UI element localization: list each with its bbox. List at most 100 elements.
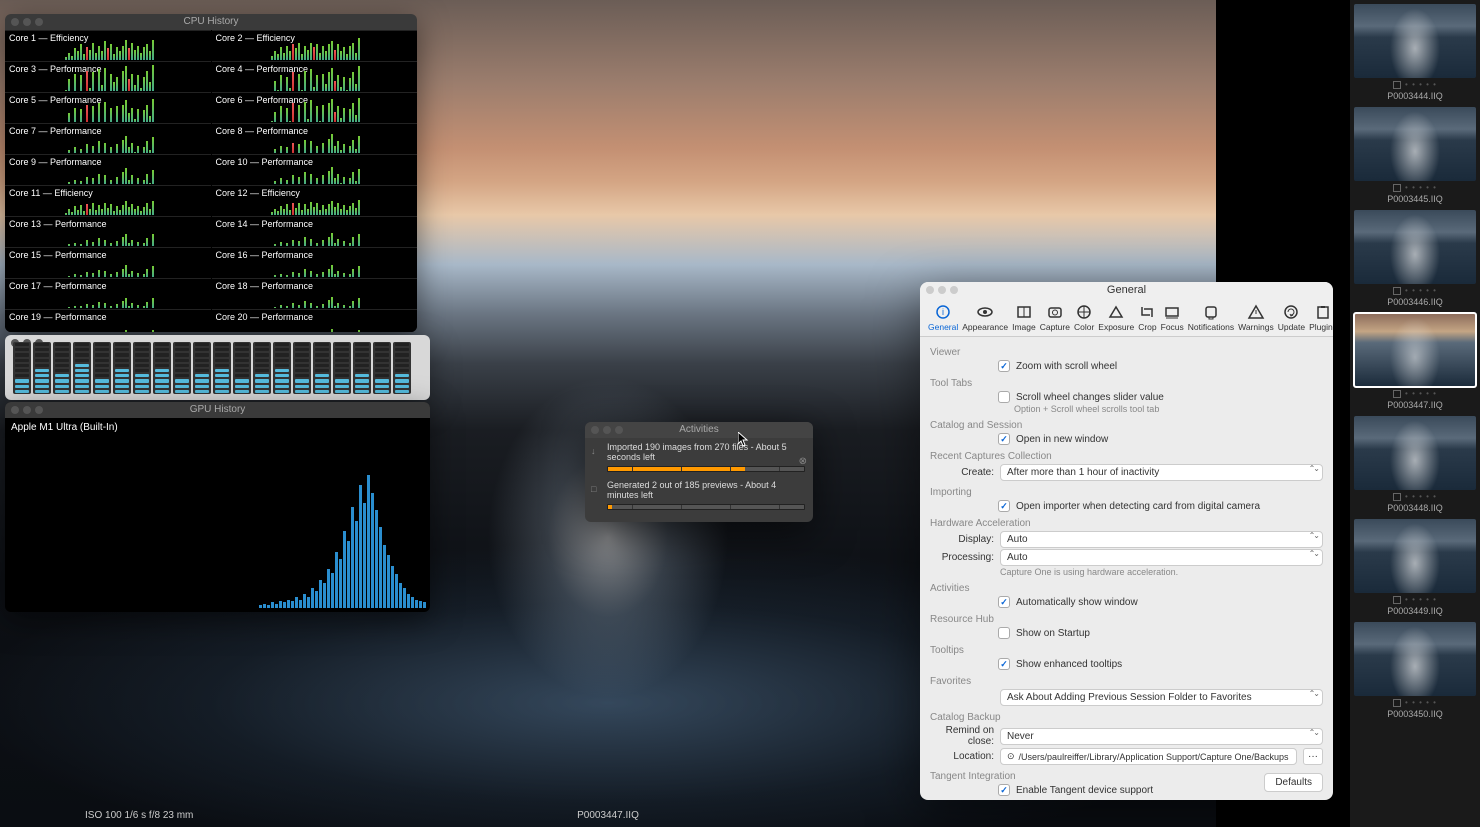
open-new-window-checkbox[interactable] xyxy=(998,433,1010,445)
tab-general[interactable]: iGeneral xyxy=(926,302,960,334)
processing-select[interactable]: Auto xyxy=(1000,549,1323,566)
rating-box[interactable] xyxy=(1393,390,1401,398)
core-cell: Core 15 — Performance xyxy=(5,247,211,277)
core-cell: Core 11 — Efficiency xyxy=(5,185,211,215)
cpu-history-window[interactable]: CPU History Core 1 — EfficiencyCore 2 — … xyxy=(5,14,417,332)
show-startup-checkbox[interactable] xyxy=(998,627,1010,639)
svg-text:i: i xyxy=(942,307,944,317)
exposure-icon xyxy=(1107,304,1125,320)
rating-box[interactable] xyxy=(1393,81,1401,89)
thumbnail[interactable]: • • • • • P0003445.IIQ xyxy=(1354,107,1476,208)
activity-text: Generated 2 out of 185 previews - About … xyxy=(607,480,805,500)
cpu-meter xyxy=(293,342,311,394)
defaults-button[interactable]: Defaults xyxy=(1264,773,1323,792)
location-field[interactable]: ⊙/Users/paulreiffer/Library/Application … xyxy=(1000,748,1297,765)
thumbnail-filename: P0003446.IIQ xyxy=(1354,297,1476,311)
rating-box[interactable] xyxy=(1393,699,1401,707)
window-controls[interactable] xyxy=(11,406,43,414)
cpu-meter xyxy=(173,342,191,394)
remind-select[interactable]: Never xyxy=(1000,728,1323,745)
tab-label: Warnings xyxy=(1238,322,1274,332)
window-controls[interactable] xyxy=(926,286,958,294)
thumbnail-meta: • • • • • xyxy=(1354,490,1476,503)
thumbnail-image xyxy=(1354,416,1476,490)
window-controls[interactable] xyxy=(11,18,43,26)
window-controls[interactable] xyxy=(591,426,623,434)
tab-warnings[interactable]: Warnings xyxy=(1236,302,1276,334)
progress-bar xyxy=(607,466,805,472)
display-select[interactable]: Auto xyxy=(1000,531,1323,548)
cancel-icon[interactable]: ⊗ xyxy=(799,456,807,467)
core-cell: Core 14 — Performance xyxy=(212,216,418,246)
tab-capture[interactable]: Capture xyxy=(1038,302,1072,334)
tab-image[interactable]: Image xyxy=(1010,302,1038,334)
tab-label: Appearance xyxy=(962,322,1008,332)
tab-notifications[interactable]: Notifications xyxy=(1186,302,1236,334)
capture-icon xyxy=(1046,304,1064,320)
tangent-label: Enable Tangent device support xyxy=(1016,785,1153,796)
tab-focus[interactable]: Focus xyxy=(1159,302,1186,334)
thumbnail-browser[interactable]: • • • • • P0003444.IIQ • • • • • P000344… xyxy=(1350,0,1480,827)
cpu-meters-window[interactable] xyxy=(5,335,430,400)
tab-update[interactable]: Update xyxy=(1276,302,1307,334)
rating-box[interactable] xyxy=(1393,287,1401,295)
thumbnail[interactable]: • • • • • P0003444.IIQ xyxy=(1354,4,1476,105)
preferences-window[interactable]: General iGeneralAppearanceImageCaptureCo… xyxy=(920,282,1333,800)
location-browse-button[interactable]: ··· xyxy=(1303,748,1323,765)
enhanced-tooltips-checkbox[interactable] xyxy=(998,658,1010,670)
open-importer-label: Open importer when detecting card from d… xyxy=(1016,501,1260,512)
favorites-select[interactable]: Ask About Adding Previous Session Folder… xyxy=(1000,689,1323,706)
activity-row: □ Generated 2 out of 185 previews - Abou… xyxy=(585,476,813,514)
core-cell: Core 16 — Performance xyxy=(212,247,418,277)
scroll-slider-checkbox[interactable] xyxy=(998,391,1010,403)
section-favorites: Favorites xyxy=(930,676,1323,687)
cpu-meter xyxy=(33,342,51,394)
activities-window[interactable]: Activities ↓ Imported 190 images from 27… xyxy=(585,422,813,522)
tangent-checkbox[interactable] xyxy=(998,784,1010,796)
tab-crop[interactable]: Crop xyxy=(1136,302,1158,334)
square-icon: □ xyxy=(591,484,596,494)
thumbnail[interactable]: • • • • • P0003448.IIQ xyxy=(1354,416,1476,517)
tab-label: Color xyxy=(1074,322,1094,332)
gpu-history-window[interactable]: GPU History Apple M1 Ultra (Built-In) xyxy=(5,402,430,612)
tab-exposure[interactable]: Exposure xyxy=(1096,302,1136,334)
cpu-meter xyxy=(313,342,331,394)
viewer-filename: P0003447.IIQ xyxy=(577,810,639,821)
thumbnail-image xyxy=(1354,210,1476,284)
core-cell: Core 1 — Efficiency xyxy=(5,30,211,60)
cpu-meter xyxy=(53,342,71,394)
core-cell: Core 10 — Performance xyxy=(212,154,418,184)
thumbnail-meta: • • • • • xyxy=(1354,181,1476,194)
zoom-scroll-checkbox[interactable] xyxy=(998,360,1010,372)
tab-label: Update xyxy=(1278,322,1305,332)
open-importer-checkbox[interactable] xyxy=(998,500,1010,512)
section-viewer: Viewer xyxy=(930,347,1323,358)
create-select[interactable]: After more than 1 hour of inactivity xyxy=(1000,464,1323,481)
tab-appearance[interactable]: Appearance xyxy=(960,302,1010,334)
cpu-meter xyxy=(393,342,411,394)
location-label: Location: xyxy=(930,751,994,762)
cpu-meter xyxy=(253,342,271,394)
rating-box[interactable] xyxy=(1393,596,1401,604)
section-catsession: Catalog and Session xyxy=(930,420,1323,431)
tab-color[interactable]: Color xyxy=(1072,302,1096,334)
open-new-window-label: Open in new window xyxy=(1016,434,1108,445)
core-cell: Core 18 — Performance xyxy=(212,278,418,308)
rating-box[interactable] xyxy=(1393,493,1401,501)
tab-plugins[interactable]: Plugins xyxy=(1307,302,1333,334)
auto-show-checkbox[interactable] xyxy=(998,596,1010,608)
core-cell: Core 5 — Performance xyxy=(5,92,211,122)
processing-label: Processing: xyxy=(930,552,994,563)
thumbnail[interactable]: • • • • • P0003447.IIQ xyxy=(1354,313,1476,414)
cpu-meter xyxy=(373,342,391,394)
section-resourcehub: Resource Hub xyxy=(930,614,1323,625)
cpu-history-title: CPU History xyxy=(5,14,417,30)
image-icon xyxy=(1015,304,1033,320)
thumbnail[interactable]: • • • • • P0003450.IIQ xyxy=(1354,622,1476,723)
rating-box[interactable] xyxy=(1393,184,1401,192)
thumbnail-image xyxy=(1354,622,1476,696)
section-importing: Importing xyxy=(930,487,1323,498)
core-cell: Core 20 — Performance xyxy=(212,309,418,332)
thumbnail[interactable]: • • • • • P0003449.IIQ xyxy=(1354,519,1476,620)
thumbnail[interactable]: • • • • • P0003446.IIQ xyxy=(1354,210,1476,311)
